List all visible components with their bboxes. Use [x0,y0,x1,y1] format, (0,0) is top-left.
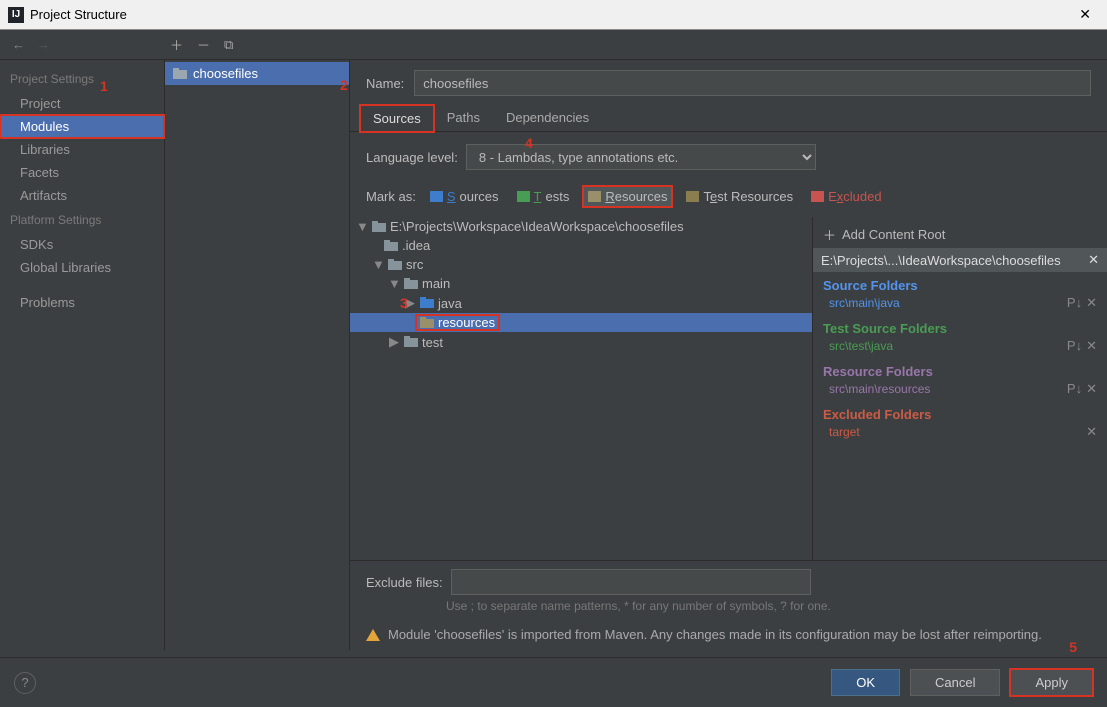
sidebar-item-problems[interactable]: Problems [0,291,164,314]
mark-test-resources[interactable]: Test Resources [682,187,797,206]
add-content-root[interactable]: ＋Add Content Root [813,221,1107,248]
tab-sources[interactable]: Sources [360,105,434,132]
mark-tests[interactable]: Tests [513,187,574,206]
module-item-choosefiles[interactable]: choosefiles [165,62,349,85]
forward-icon[interactable]: → [37,37,50,52]
tree-idea[interactable]: .idea [350,236,812,255]
toolbar: ← → ＋ － ⧉ [0,30,1107,60]
language-level-select[interactable]: 8 - Lambdas, type annotations etc. [466,144,816,170]
exclude-files-input[interactable] [451,569,811,595]
settings-sidebar: Project Settings Project 1 Modules Libra… [0,60,165,650]
sidebar-item-modules[interactable]: Modules [0,115,164,138]
sidebar-item-facets[interactable]: Facets [0,161,164,184]
warning-row: Module 'choosefiles' is imported from Ma… [350,619,1107,650]
back-icon[interactable]: ← [12,37,25,52]
language-level-label: Language level: [366,150,458,165]
help-button[interactable]: ? [14,672,36,694]
remove-icon[interactable]: ✕ [1086,295,1097,311]
sidebar-item-project[interactable]: Project [0,92,164,115]
mark-sources[interactable]: SSourcesources [426,187,503,206]
cancel-button[interactable]: Cancel [910,669,1000,696]
add-icon[interactable]: ＋ [170,35,183,54]
remove-icon[interactable]: ✕ [1086,338,1097,354]
module-editor: Name: 2 Sources Paths Dependencies Langu… [350,60,1107,650]
mark-excluded[interactable]: Excluded [807,187,885,206]
tab-dependencies[interactable]: Dependencies [493,104,602,131]
source-folders-header: Source Folders [813,272,1107,293]
resource-folder-entry[interactable]: src\main\resourcesP↓✕ [813,379,1107,401]
remove-icon[interactable]: － [197,35,210,54]
plus-icon: ＋ [823,225,836,244]
source-folder-entry[interactable]: src\main\javaP↓✕ [813,293,1107,315]
sidebar-item-global-libraries[interactable]: Global Libraries [0,256,164,279]
apply-button[interactable]: Apply [1010,669,1093,696]
name-input[interactable] [414,70,1091,96]
platform-settings-header: Platform Settings [0,207,164,233]
annotation-3: 3 [400,295,408,311]
project-settings-header: Project Settings [0,66,164,92]
module-label: choosefiles [193,66,258,81]
tree-resources[interactable]: resources [350,313,812,332]
tree-test[interactable]: ▶test [350,332,812,352]
sidebar-item-libraries[interactable]: Libraries [0,138,164,161]
tree-src[interactable]: ▼src [350,255,812,274]
excluded-folders-header: Excluded Folders [813,401,1107,422]
remove-icon[interactable]: ✕ [1086,424,1097,440]
dialog-footer: ? OK Cancel Apply [0,657,1107,707]
test-source-folders-header: Test Source Folders [813,315,1107,336]
name-label: Name: [366,76,404,91]
annotation-4: 4 [525,135,533,151]
sidebar-item-sdks[interactable]: SDKs [0,233,164,256]
window-title: Project Structure [30,7,1071,22]
folder-tree[interactable]: ▼E:\Projects\Workspace\IdeaWorkspace\cho… [350,217,812,560]
mark-resources[interactable]: Resources [583,186,672,207]
content-root-path[interactable]: E:\Projects\...\IdeaWorkspace\choosefile… [813,248,1107,272]
annotation-2: 2 [340,77,348,93]
module-list: choosefiles [165,60,350,650]
ok-button[interactable]: OK [831,669,900,696]
warning-text: Module 'choosefiles' is imported from Ma… [388,627,1042,642]
edit-icon[interactable]: P↓ [1067,381,1082,397]
tabs: Sources Paths Dependencies [350,104,1107,132]
remove-root-icon[interactable]: ✕ [1088,252,1099,268]
warning-icon [366,629,380,641]
test-source-folder-entry[interactable]: src\test\javaP↓✕ [813,336,1107,358]
annotation-1: 1 [100,78,108,94]
tree-root[interactable]: ▼E:\Projects\Workspace\IdeaWorkspace\cho… [350,217,812,236]
exclude-files-label: Exclude files: [366,575,443,590]
tab-paths[interactable]: Paths [434,104,493,131]
tree-main[interactable]: ▼main [350,274,812,293]
exclude-files-hint: Use ; to separate name patterns, * for a… [366,595,1091,613]
edit-icon[interactable]: P↓ [1067,295,1082,311]
annotation-5: 5 [1069,639,1077,655]
mark-as-label: Mark as: [366,189,416,204]
app-icon: IJ [8,7,24,23]
sidebar-item-artifacts[interactable]: Artifacts [0,184,164,207]
content-roots-panel: ＋Add Content Root E:\Projects\...\IdeaWo… [812,217,1107,560]
edit-icon[interactable]: P↓ [1067,338,1082,354]
module-icon [173,68,187,80]
copy-icon[interactable]: ⧉ [224,37,233,53]
remove-icon[interactable]: ✕ [1086,381,1097,397]
close-icon[interactable]: ✕ [1071,6,1099,23]
titlebar: IJ Project Structure ✕ [0,0,1107,30]
tree-java[interactable]: ▶java [350,293,812,313]
excluded-folder-entry[interactable]: target✕ [813,422,1107,444]
resource-folders-header: Resource Folders [813,358,1107,379]
